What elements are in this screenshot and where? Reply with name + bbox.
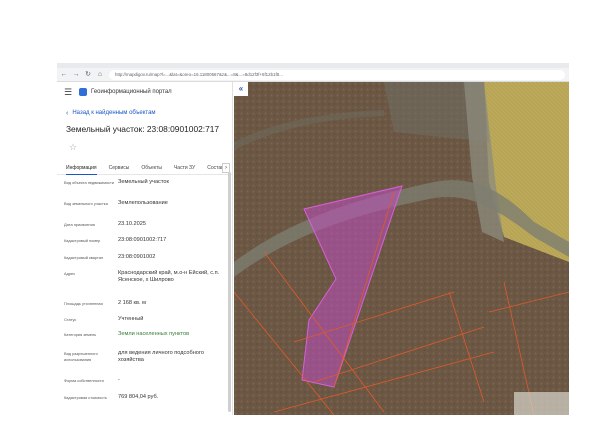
map-view[interactable]: «	[234, 82, 569, 415]
attribute-value: 23:08:0901002:717	[118, 237, 167, 243]
forward-arrow-icon[interactable]: →	[71, 70, 81, 80]
satellite-map[interactable]	[234, 82, 569, 415]
attribute-label: Дата присвоения	[64, 222, 95, 227]
attribute-value: Землепользование	[118, 200, 168, 206]
attribute-label: Кадастровая стоимость	[64, 395, 107, 400]
object-title: Земельный участок: 23:08:0901002:717	[66, 124, 220, 134]
reload-icon[interactable]: ↻	[83, 70, 93, 80]
attribute-value: Земельный участок	[118, 179, 169, 185]
app-title: Геоинформационный портал	[91, 89, 172, 95]
attribute-value: Земли населенных пунктов	[118, 331, 190, 337]
chevron-left-icon: ‹	[66, 109, 69, 117]
tab-0[interactable]: Информация	[66, 161, 97, 175]
attribute-row: Статус Учтенный	[64, 316, 232, 331]
attribute-label: Площадь уточненная	[64, 301, 103, 306]
tab-3[interactable]: Части ЗУ	[174, 161, 195, 175]
attribute-row: Кадастровый квартал 23:08:0901002	[64, 254, 232, 270]
browser-window: ← → ↻ ⌂ http://mapdigov.ru/map?l=...&lat…	[57, 63, 569, 415]
attribute-label: Категория земель	[64, 332, 97, 337]
attribute-value: Краснодарский край, м.о-н Ейский, с.п. Я…	[118, 270, 220, 283]
attribute-value: 2 168 кв. м	[118, 300, 146, 306]
collapse-panel-button[interactable]: «	[234, 82, 248, 96]
attribute-label: Вид разрешенного использования	[64, 351, 98, 362]
attribute-row: Площадь уточненная 2 168 кв. м	[64, 300, 232, 316]
attribute-row: Адрес Краснодарский край, м.о-н Ейский, с…	[64, 270, 232, 300]
attribute-value: 23:08:0901002	[118, 254, 156, 260]
attribute-label: Кадастровый номер	[64, 238, 101, 243]
favorite-star-icon[interactable]: ☆	[69, 142, 232, 154]
attribute-value: для ведения личного подсобного хозяйства	[118, 350, 204, 363]
attribute-label: Форма собственности	[64, 378, 104, 383]
home-icon[interactable]: ⌂	[95, 70, 105, 80]
attribute-label: Вид земельного участка	[64, 201, 108, 206]
attribute-row: Вид разрешенного использования для ведени…	[64, 350, 232, 377]
browser-address-bar: ← → ↻ ⌂ http://mapdigov.ru/map?l=...&lat…	[57, 68, 569, 82]
back-to-results-link[interactable]: ‹ Назад к найденным объектам	[66, 108, 232, 118]
attribute-row: Вид объекта недвижимости Земельный участо…	[64, 179, 232, 200]
portal-logo-icon	[79, 88, 87, 96]
tab-1[interactable]: Сервисы	[109, 161, 130, 175]
attribute-row: Форма собственности -	[64, 377, 232, 394]
menu-icon[interactable]: ☰	[64, 87, 74, 98]
tab-bar: Информация Сервисы Объекты Части ЗУ Состав ›	[57, 161, 232, 175]
info-panel: ☰ Геоинформационный портал ‹ Назад к най…	[57, 82, 233, 415]
attribute-row: Дата присвоения 23.10.2025	[64, 221, 232, 237]
back-to-results-label: Назад к найденным объектам	[72, 110, 156, 116]
attribute-value: Учтенный	[118, 316, 144, 322]
attribute-value: 23.10.2025	[118, 221, 146, 227]
attribute-row: Вид земельного участка Землепользование	[64, 200, 232, 221]
attribute-list: Вид объекта недвижимости Земельный участо…	[57, 175, 232, 414]
tab-2[interactable]: Объекты	[141, 161, 162, 175]
back-arrow-icon[interactable]: ←	[59, 70, 69, 80]
url-field[interactable]: http://mapdigov.ru/map?l=...&lat=&oreo=1…	[109, 69, 565, 80]
attribute-label: Статус	[64, 317, 77, 322]
map-building	[514, 392, 569, 415]
attribute-label: Адрес	[64, 271, 76, 276]
attribute-label: Кадастровый квартал	[64, 255, 104, 260]
attribute-row: Кадастровый номер 23:08:0901002:717	[64, 237, 232, 254]
attribute-value: 769 804,04 руб.	[118, 394, 159, 400]
attribute-row: Кадастровая стоимость 769 804,04 руб.	[64, 394, 232, 414]
attribute-label: Вид объекта недвижимости	[64, 180, 114, 185]
attribute-row: Категория земель Земли населенных пунктов	[64, 331, 232, 350]
app-header: ☰ Геоинформационный портал	[57, 82, 232, 102]
attribute-value: -	[118, 377, 120, 383]
scrollbar[interactable]	[228, 172, 231, 412]
